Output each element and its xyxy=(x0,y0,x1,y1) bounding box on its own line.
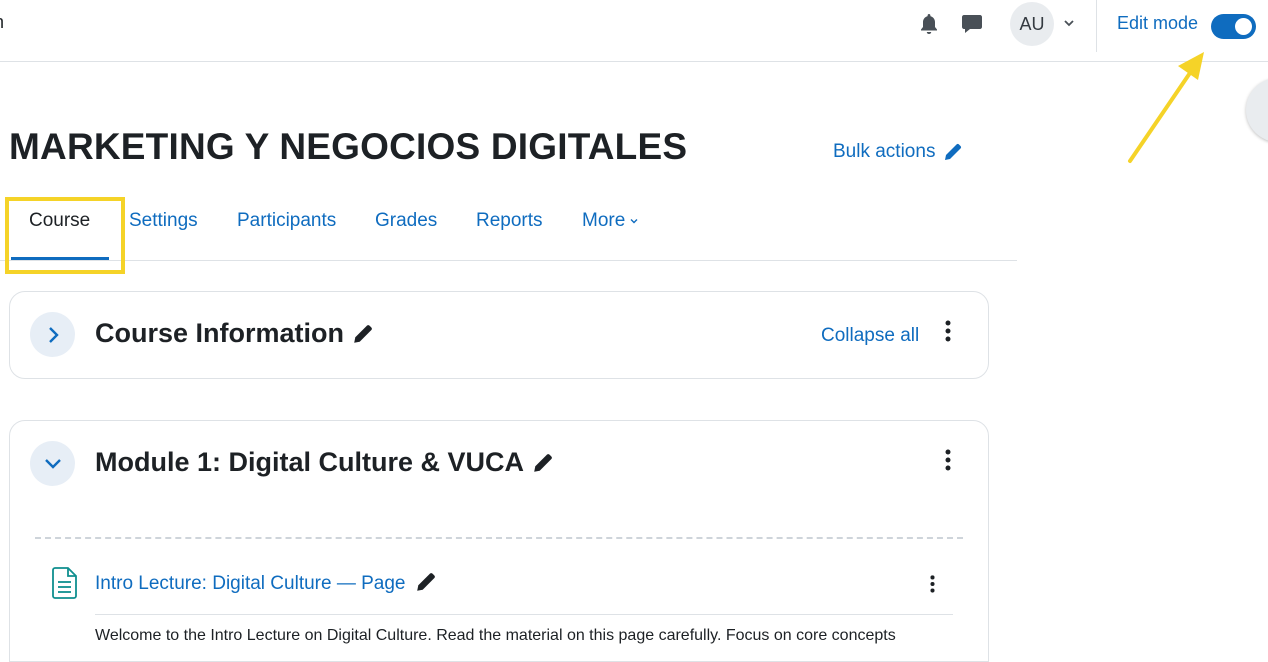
kebab-icon[interactable] xyxy=(945,449,951,471)
bell-icon[interactable] xyxy=(917,12,941,36)
section-title-text: Course Information xyxy=(95,318,345,348)
tab-more[interactable]: More xyxy=(582,210,639,232)
edit-mode-label[interactable]: Edit mode xyxy=(1117,13,1198,34)
tab-reports[interactable]: Reports xyxy=(476,210,543,232)
chevron-down-icon xyxy=(630,218,638,224)
navbar-brand-fragment[interactable]: n xyxy=(0,12,4,33)
pencil-icon[interactable] xyxy=(415,571,437,593)
section-divider xyxy=(35,537,963,539)
pencil-icon[interactable] xyxy=(352,323,374,345)
section-title: Course Information xyxy=(95,318,374,349)
section-module-1: Module 1: Digital Culture & VUCA Intro L… xyxy=(9,420,989,662)
toggle-knob xyxy=(1235,18,1252,35)
tab-grades[interactable]: Grades xyxy=(375,210,437,232)
block-drawer-toggle[interactable] xyxy=(1246,78,1268,142)
section-title-text: Module 1: Digital Culture & VUCA xyxy=(95,447,525,477)
tab-participants[interactable]: Participants xyxy=(237,210,336,232)
page-icon xyxy=(52,567,77,599)
user-avatar[interactable]: AU xyxy=(1010,2,1054,46)
edit-mode-toggle[interactable] xyxy=(1211,14,1256,39)
course-title: MARKETING Y NEGOCIOS DIGITALES xyxy=(9,126,688,167)
chat-icon[interactable] xyxy=(960,12,984,36)
collapse-section-button[interactable] xyxy=(30,441,75,486)
tab-settings[interactable]: Settings xyxy=(129,210,198,232)
bulk-actions-link[interactable]: Bulk actions xyxy=(833,141,963,163)
kebab-icon[interactable] xyxy=(945,320,951,342)
annotation-arrow xyxy=(1128,52,1204,163)
chevron-right-icon xyxy=(48,326,59,343)
navbar-divider xyxy=(1096,0,1097,52)
activity-description: Welcome to the Intro Lecture on Digital … xyxy=(95,627,896,644)
collapse-all-link[interactable]: Collapse all xyxy=(821,325,919,347)
activity-link[interactable]: Intro Lecture: Digital Culture — Page xyxy=(95,573,406,595)
kebab-icon[interactable] xyxy=(930,575,935,593)
bulk-actions-label: Bulk actions xyxy=(833,141,936,162)
expand-section-button[interactable] xyxy=(30,312,75,357)
pencil-icon[interactable] xyxy=(532,452,554,474)
course-secondary-nav: Course Settings Participants Grades Repo… xyxy=(0,196,1017,261)
chevron-down-icon[interactable] xyxy=(1062,16,1076,30)
activity-divider xyxy=(95,614,953,615)
section-course-information: Course Information Collapse all xyxy=(9,291,989,379)
pencil-icon xyxy=(945,143,962,160)
top-navbar: n AU Edit mode xyxy=(0,0,1268,62)
chevron-down-icon xyxy=(44,458,61,469)
section-title: Module 1: Digital Culture & VUCA xyxy=(95,447,554,478)
annotation-highlight-box xyxy=(5,197,125,274)
tab-more-label: More xyxy=(582,210,626,231)
